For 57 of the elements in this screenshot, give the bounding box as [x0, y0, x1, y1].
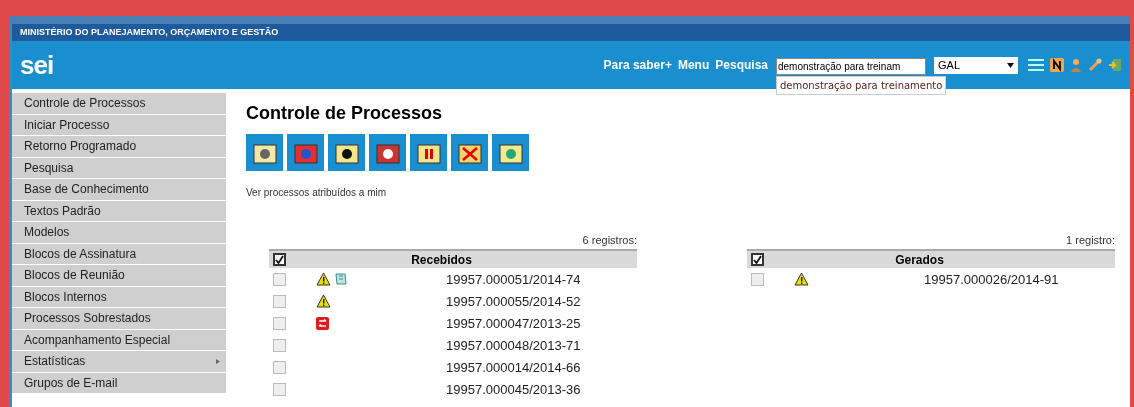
sidebar-item[interactable]: Iniciar Processo [12, 114, 226, 135]
toolbar-button[interactable] [369, 134, 406, 171]
process-number-link[interactable]: 19957.000014/2014-66 [446, 359, 581, 375]
transfer-icon [316, 316, 329, 330]
user-icon[interactable] [1070, 58, 1082, 72]
badge-icon[interactable] [1050, 58, 1064, 72]
sidebar-item[interactable]: Blocos de Assinatura [12, 243, 226, 264]
record-count: 1 registro: [1065, 234, 1115, 246]
checkbox[interactable] [273, 338, 286, 352]
process-number-link[interactable]: 19957.000026/2014-91 [924, 271, 1059, 287]
record-count: 6 registros: [581, 234, 637, 246]
warning-icon [316, 294, 331, 308]
search-field[interactable]: demonstração para treinam [776, 57, 926, 75]
sidebar-item[interactable]: Blocos de Reunião [12, 265, 226, 286]
sidebar-item[interactable]: Pesquisa [12, 157, 226, 178]
checkbox[interactable] [273, 316, 286, 330]
unit-select[interactable]: GAL [934, 56, 1018, 74]
checkbox[interactable] [273, 294, 286, 308]
nav-link[interactable]: Para saber+ [603, 58, 672, 72]
column-heading: Recebidos [410, 252, 473, 267]
process-number-link[interactable]: 19957.000045/2013-36 [446, 381, 581, 397]
process-number-link[interactable]: 19957.000047/2013-25 [446, 315, 581, 331]
toolbar-button[interactable] [328, 134, 365, 171]
sidebar-item[interactable]: Modelos [12, 222, 226, 243]
checkbox[interactable] [273, 382, 286, 396]
organization-name: MINISTÉRIO DO PLANEJAMENTO, ORÇAMENTO E GESTÃO [12, 24, 1130, 41]
checkbox[interactable] [751, 253, 764, 266]
warning-icon [316, 272, 331, 286]
process-number-link[interactable]: 19957.000055/2014-52 [446, 293, 581, 309]
process-number-link[interactable]: 19957.000048/2013-71 [446, 337, 581, 353]
sidebar-item[interactable]: Estatísticas [12, 351, 226, 372]
logo: sei [20, 49, 54, 81]
checkbox[interactable] [273, 360, 286, 374]
assigned-processes-link[interactable]: Ver processos atribuídos a mim [246, 187, 387, 198]
sidebar-item[interactable]: Base de Conhecimento [12, 179, 226, 200]
sidebar-item[interactable]: Retorno Programado [12, 136, 226, 157]
checkbox[interactable] [751, 272, 764, 286]
sidebar-item[interactable]: Controle de Processos [12, 93, 226, 114]
nav-link[interactable]: Pesquisa [715, 58, 768, 72]
process-number-link[interactable]: 19957.000051/2014-74 [446, 271, 581, 287]
warning-icon [794, 272, 809, 286]
wrench-icon[interactable] [1088, 58, 1102, 72]
page-title: Controle de Processos [246, 103, 444, 124]
sidebar-item[interactable]: Acompanhamento Especial [12, 329, 226, 350]
checkbox[interactable] [273, 253, 286, 266]
checkbox[interactable] [273, 272, 286, 286]
sidebar-item[interactable]: Grupos de E-mail [12, 372, 226, 393]
caret-icon [1007, 62, 1014, 68]
submenu-arrow-icon [216, 358, 220, 364]
grid-icon[interactable] [1028, 58, 1044, 72]
column-heading: Gerados [894, 252, 945, 267]
nav-link[interactable]: Menu [677, 58, 710, 72]
sidebar-item[interactable]: Textos Padrão [12, 200, 226, 221]
exit-icon[interactable] [1108, 58, 1122, 72]
sidebar-item[interactable]: Processos Sobrestados [12, 308, 226, 329]
sidebar-item[interactable]: Blocos Internos [12, 286, 226, 307]
search-suggestion[interactable]: demonstração para treinamento [776, 75, 947, 95]
